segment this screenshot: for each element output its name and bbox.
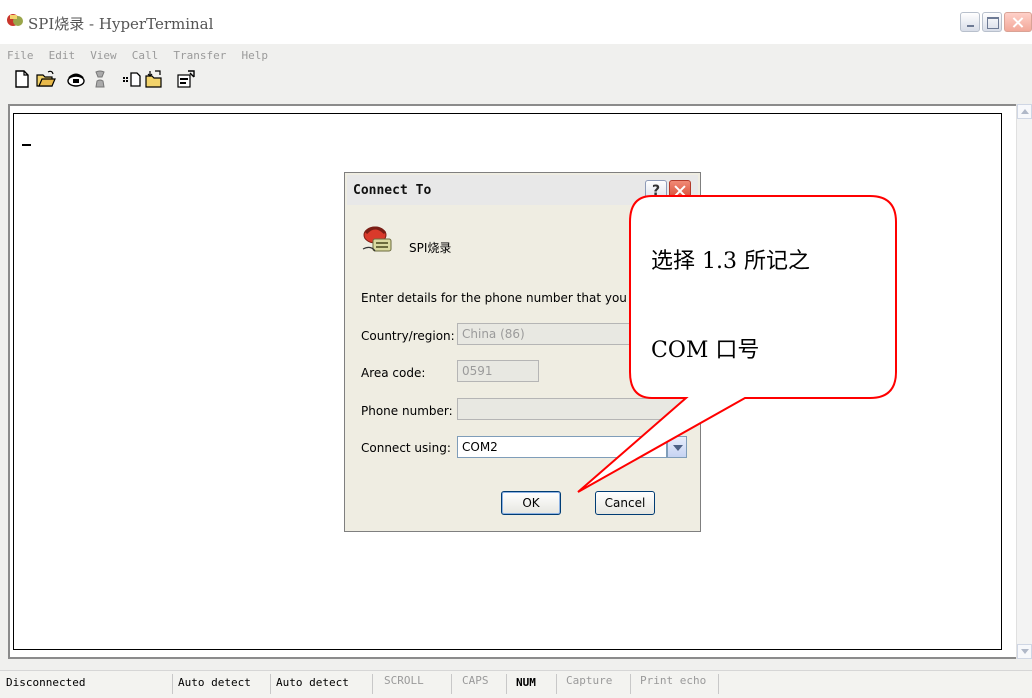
window-title: SPI烧录 - HyperTerminal: [28, 15, 214, 33]
status-num: NUM: [516, 676, 536, 689]
status-connection: Disconnected: [6, 676, 86, 689]
open-icon[interactable]: [36, 69, 56, 89]
help-button[interactable]: ?: [645, 180, 667, 202]
hyperterminal-window: SPI烧录 - HyperTerminal File Edit View Cal…: [0, 0, 1032, 698]
chevron-down-icon[interactable]: [667, 436, 687, 458]
new-icon[interactable]: [12, 69, 32, 89]
minimize-button[interactable]: [960, 12, 980, 32]
text-cursor: [22, 144, 31, 146]
callout-text-line-2: COM 口号: [651, 338, 760, 363]
status-divider: [556, 674, 557, 694]
menu-transfer[interactable]: Transfer: [170, 47, 229, 64]
status-detect-2: Auto detect: [276, 676, 349, 689]
status-divider: [372, 674, 373, 694]
status-divider: [630, 674, 631, 694]
status-bar: Disconnected Auto detect Auto detect SCR…: [0, 670, 1032, 698]
properties-icon[interactable]: [176, 69, 196, 89]
maximize-button[interactable]: [982, 12, 1002, 32]
status-divider: [451, 674, 452, 694]
menu-file[interactable]: File: [4, 47, 37, 64]
scroll-up-arrow-icon[interactable]: [1017, 104, 1032, 119]
toolbar: [0, 66, 1032, 92]
title-bar: SPI烧录 - HyperTerminal: [0, 0, 1032, 44]
area-code-field[interactable]: 0591: [457, 360, 539, 382]
phone-number-field[interactable]: [457, 398, 689, 420]
menu-bar: File Edit View Call Transfer Help: [0, 44, 1032, 64]
dialog-title: Connect To: [353, 183, 432, 198]
hyperterminal-app-icon: [7, 14, 23, 26]
receive-icon[interactable]: [144, 69, 164, 89]
cancel-button[interactable]: Cancel: [595, 491, 655, 515]
status-capture: Capture: [566, 674, 613, 687]
status-divider: [270, 674, 271, 694]
status-caps: CAPS: [462, 674, 489, 687]
status-divider: [506, 674, 507, 694]
connect-to-dialog: Connect To ? SPI烧录 Enter details for the…: [344, 172, 701, 532]
scroll-down-arrow-icon[interactable]: [1017, 644, 1032, 659]
status-divider: [718, 674, 719, 694]
phone-number-label: Phone number:: [361, 404, 453, 418]
call-icon[interactable]: [66, 69, 86, 89]
close-button[interactable]: [1004, 12, 1032, 32]
dialog-title-bar: Connect To ?: [347, 175, 698, 205]
callout-text-line-1: 选择 1.3 所记之: [651, 249, 810, 274]
connect-using-select[interactable]: COM2: [457, 436, 667, 458]
country-label: Country/region:: [361, 329, 455, 343]
vertical-scrollbar[interactable]: [1016, 104, 1032, 659]
menu-view[interactable]: View: [87, 47, 120, 64]
connect-using-label: Connect using:: [361, 441, 451, 455]
send-icon[interactable]: [122, 69, 142, 89]
menu-edit[interactable]: Edit: [46, 47, 79, 64]
disconnect-icon[interactable]: [90, 69, 110, 89]
status-divider: [172, 674, 173, 694]
ok-button[interactable]: OK: [501, 491, 561, 515]
status-detect-1: Auto detect: [178, 676, 251, 689]
status-print-echo: Print echo: [640, 674, 707, 687]
dialog-close-button[interactable]: [669, 180, 691, 202]
instruction-text: Enter details for the phone number that …: [361, 291, 653, 305]
connection-icon: [362, 226, 392, 252]
menu-call[interactable]: Call: [129, 47, 162, 64]
area-code-label: Area code:: [361, 366, 426, 380]
status-scroll: SCROLL: [384, 674, 424, 687]
connection-name: SPI烧录: [409, 241, 452, 255]
menu-help[interactable]: Help: [238, 47, 271, 64]
